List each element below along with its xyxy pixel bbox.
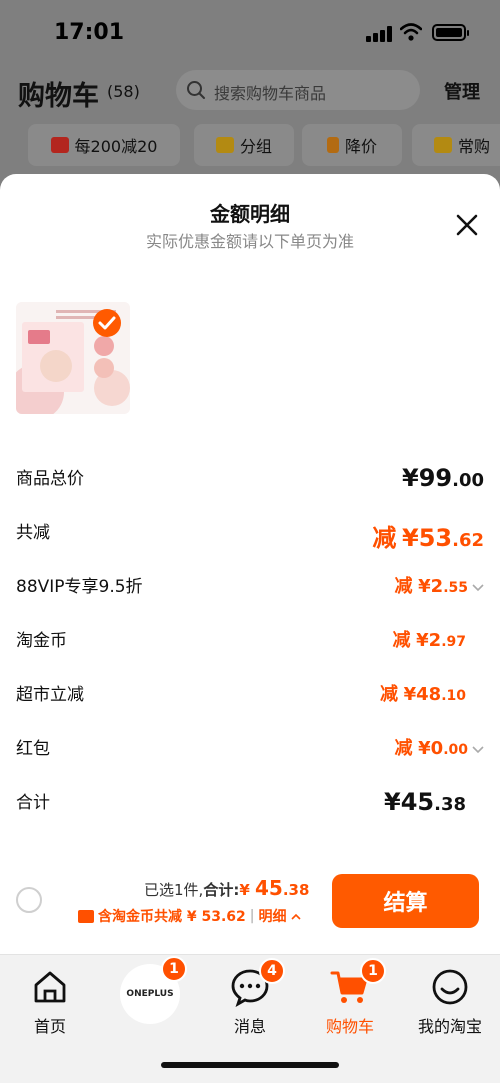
row-grand-total: 合计 ¥45.38 bbox=[16, 788, 484, 818]
row-label: 88VIP专享9.5折 bbox=[16, 577, 143, 597]
chip-promo[interactable]: 每200减20 bbox=[28, 124, 180, 166]
tab-cart[interactable]: 购物车 bbox=[300, 967, 400, 1037]
total-label: 合计: bbox=[203, 881, 240, 899]
down-arrow-icon bbox=[326, 137, 339, 153]
row-value: 减 ¥2.55 bbox=[395, 572, 484, 598]
row-label: 红包 bbox=[16, 739, 50, 759]
chip-group[interactable]: 分组 bbox=[194, 124, 294, 166]
promo-icon bbox=[50, 137, 69, 153]
row-taojinbi: 淘金币 减 ¥2.97 bbox=[16, 626, 484, 656]
signal-icon bbox=[366, 26, 392, 42]
close-icon[interactable] bbox=[452, 210, 482, 240]
row-label: 合计 bbox=[16, 793, 50, 813]
oneplus-badge: 1 bbox=[161, 956, 187, 982]
tab-label: 首页 bbox=[33, 1017, 66, 1036]
chip-price-drop[interactable]: 降价 bbox=[302, 124, 402, 166]
row-red-packet[interactable]: 红包 减 ¥0.00 bbox=[16, 734, 484, 764]
row-label: 商品总价 bbox=[16, 469, 84, 489]
row-88vip[interactable]: 88VIP专享9.5折 减 ¥2.55 bbox=[16, 572, 484, 602]
total-price: ¥ 45.38 bbox=[239, 876, 310, 900]
separator: | bbox=[249, 908, 255, 924]
row-value: 减 ¥2.97 bbox=[392, 630, 466, 651]
coin-discount-text: 含淘金币共减 ¥ 53.62 bbox=[98, 909, 246, 925]
row-value: ¥45.38 bbox=[384, 788, 466, 816]
page-title: 购物车 bbox=[18, 81, 99, 112]
selected-check-icon[interactable] bbox=[92, 308, 122, 338]
filter-chips: 每200减20 分组 降价 常购 bbox=[0, 124, 500, 168]
row-value: 减 ¥0.00 bbox=[395, 734, 484, 760]
chevron-down-icon bbox=[472, 583, 484, 591]
oneplus-logo: ONEPLUS bbox=[126, 989, 174, 999]
row-value: 减 ¥48.10 bbox=[380, 684, 466, 705]
tab-label: 消息 bbox=[233, 1017, 266, 1036]
chip-frequent[interactable]: 常购 bbox=[412, 124, 500, 166]
tab-label: 我的淘宝 bbox=[417, 1017, 482, 1036]
manage-button[interactable]: 管理 bbox=[444, 78, 480, 104]
detail-link[interactable]: 明细 bbox=[259, 906, 287, 926]
home-icon bbox=[34, 971, 66, 1003]
status-time: 17:01 bbox=[54, 20, 125, 45]
battery-icon bbox=[432, 24, 469, 41]
folder-icon bbox=[215, 137, 234, 153]
checkout-button[interactable]: 结算 bbox=[332, 874, 479, 928]
cart-icon bbox=[433, 137, 452, 153]
tab-my-taobao[interactable]: 我的淘宝 bbox=[400, 967, 500, 1037]
profile-icon bbox=[432, 969, 468, 1005]
search-placeholder: 搜索购物车商品 bbox=[214, 84, 327, 103]
coupon-icon bbox=[78, 909, 94, 923]
row-label: 共减 bbox=[16, 523, 50, 543]
cart-header: 购物车 (58) 搜索购物车商品 管理 bbox=[0, 66, 500, 114]
sheet-subtitle: 实际优惠金额请以下单页为准 bbox=[145, 232, 354, 251]
tab-home[interactable]: 首页 bbox=[0, 967, 100, 1037]
chip-label: 每200减20 bbox=[74, 137, 158, 156]
tab-messages[interactable]: 消息 bbox=[200, 967, 300, 1037]
search-input[interactable]: 搜索购物车商品 bbox=[176, 70, 420, 110]
wifi-icon bbox=[400, 23, 422, 41]
row-supermarket: 超市立减 减 ¥48.10 bbox=[16, 680, 484, 710]
message-badge: 4 bbox=[259, 958, 285, 984]
row-total-discount: 共减 减 ¥53.62 bbox=[16, 518, 484, 552]
tab-label: 购物车 bbox=[325, 1017, 374, 1036]
chevron-up-icon bbox=[290, 913, 301, 920]
chip-label: 分组 bbox=[239, 137, 272, 156]
chip-label: 常购 bbox=[457, 137, 490, 156]
status-bar: 17:01 bbox=[0, 0, 500, 60]
cart-count: (58) bbox=[107, 82, 140, 101]
row-label: 淘金币 bbox=[16, 631, 67, 651]
amount-detail-sheet: 金额明细 实际优惠金额请以下单页为准 商品总价 ¥99.00 共减 减 ¥53.… bbox=[0, 174, 500, 954]
selected-count: 已选1件, bbox=[144, 881, 204, 899]
sheet-title: 金额明细 bbox=[210, 202, 290, 226]
select-all-radio[interactable] bbox=[16, 887, 42, 913]
row-subtotal: 商品总价 ¥99.00 bbox=[16, 464, 484, 494]
chevron-down-icon bbox=[472, 745, 484, 753]
selection-summary: 已选1件,合计:¥ 45.38 bbox=[144, 876, 309, 900]
row-value: ¥99.00 bbox=[402, 464, 484, 492]
chip-label: 降价 bbox=[344, 137, 377, 156]
home-indicator bbox=[161, 1062, 339, 1068]
cart-badge: 1 bbox=[360, 958, 386, 984]
row-label: 超市立减 bbox=[16, 685, 84, 705]
discount-summary[interactable]: 含淘金币共减 ¥ 53.62 | 明细 bbox=[78, 906, 301, 926]
row-value: 减 ¥53.62 bbox=[372, 524, 484, 552]
search-icon bbox=[187, 81, 205, 99]
